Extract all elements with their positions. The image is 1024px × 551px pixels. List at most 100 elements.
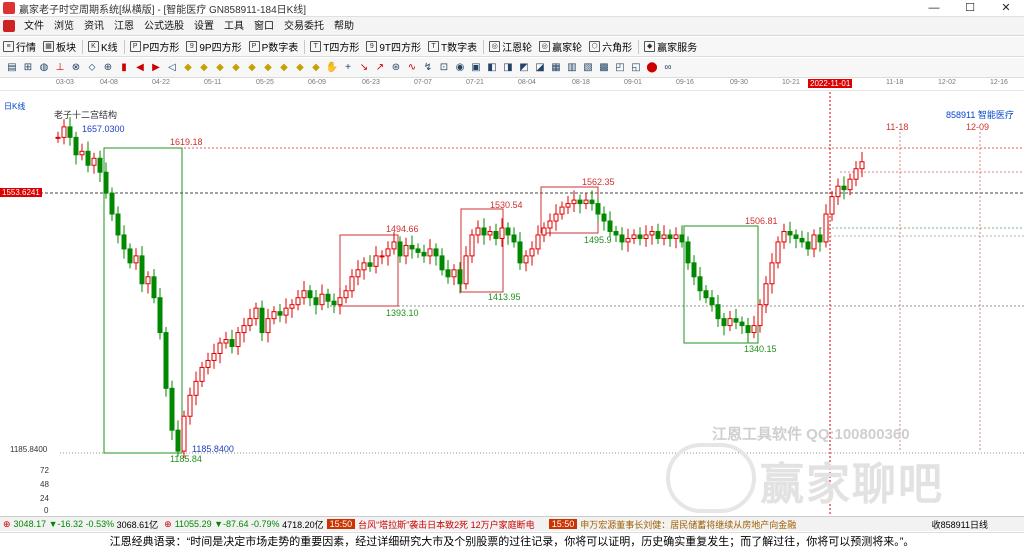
- candle-body: [217, 342, 223, 354]
- drawing-tool-icon-8[interactable]: ◀: [133, 61, 147, 75]
- drawing-tool-icon-34[interactable]: ▦: [549, 61, 563, 75]
- candle-body: [463, 255, 469, 285]
- news-item-2[interactable]: 申万宏源董事长刘健：居民储蓄将继续从房地产向金融: [580, 518, 796, 531]
- drawing-tool-icon-37[interactable]: ▩: [597, 61, 611, 75]
- drawing-tool-icon-27[interactable]: ⊡: [437, 61, 451, 75]
- drawing-tool-icon-18[interactable]: ◆: [293, 61, 307, 75]
- quote-bar: 江恩经典语录：“时间是决定市场走势的重要因素，经过详细研究大市及个别股票的过往记…: [0, 532, 1024, 551]
- toolbar-button-5[interactable]: P P数字表: [246, 38, 303, 56]
- drawing-tool-icon-21[interactable]: +: [341, 61, 355, 75]
- candle-body: [67, 126, 73, 138]
- menu-item-4[interactable]: 公式选股: [139, 17, 189, 36]
- menu-item-7[interactable]: 窗口: [249, 17, 279, 36]
- news-time-2: 15:50: [548, 519, 578, 529]
- candle-body: [595, 203, 601, 215]
- menu-item-8[interactable]: 交易委托: [279, 17, 329, 36]
- candle-body: [505, 227, 511, 236]
- menu-item-2[interactable]: 资讯: [79, 17, 109, 36]
- candle-body: [307, 290, 313, 299]
- drawing-tool-icon-20[interactable]: ✋: [325, 61, 339, 75]
- toolbar-button-9[interactable]: ◎ 江恩轮: [486, 38, 536, 56]
- candle-body: [625, 237, 631, 243]
- toolbar-icon-1: ▦: [43, 41, 54, 52]
- main-toolbar: ≡ 行情 ▦ 板块 K K线 P P四方形 9 9P四方形 P P数字表 T T四方形 9 9T四方形 T T数字…: [0, 37, 1024, 57]
- drawing-tool-icon-40[interactable]: ⬤: [645, 61, 659, 75]
- toolbar-button-11[interactable]: ⬡ 六角形: [586, 38, 636, 56]
- drawing-tool-icon-32[interactable]: ◩: [517, 61, 531, 75]
- candle-body: [247, 318, 253, 327]
- candle-body: [265, 318, 271, 334]
- menu-item-1[interactable]: 浏览: [49, 17, 79, 36]
- candle-body: [661, 234, 667, 239]
- toolbar-button-2[interactable]: K K线: [85, 38, 122, 56]
- candle-body: [739, 321, 745, 327]
- toolbar-button-0[interactable]: ≡ 行情: [0, 38, 40, 56]
- drawing-tool-icon-3[interactable]: ⊥: [53, 61, 67, 75]
- drawing-tool-icon-28[interactable]: ◉: [453, 61, 467, 75]
- candle-body: [169, 387, 175, 431]
- toolbar-button-12[interactable]: ◆ 赢家服务: [641, 38, 701, 56]
- drawing-tool-icon-6[interactable]: ⊕: [101, 61, 115, 75]
- drawing-tool-icon-14[interactable]: ◆: [229, 61, 243, 75]
- toolbar-button-6[interactable]: T T四方形: [307, 38, 363, 56]
- drawing-tool-icon-19[interactable]: ◆: [309, 61, 323, 75]
- candle-body: [823, 213, 829, 243]
- toolbar-button-10[interactable]: ◎ 赢家轮: [536, 38, 586, 56]
- drawing-tool-icon-16[interactable]: ◆: [261, 61, 275, 75]
- toolbar-button-7[interactable]: 9 9T四方形: [363, 38, 425, 56]
- menu-item-5[interactable]: 设置: [189, 17, 219, 36]
- drawing-tool-icon-25[interactable]: ∿: [405, 61, 419, 75]
- drawing-tool-icon-41[interactable]: ∞: [661, 61, 675, 75]
- candle-body: [541, 227, 547, 236]
- candle-body: [409, 244, 415, 250]
- sz-index[interactable]: 11055.29: [175, 519, 212, 529]
- drawing-tool-icon-13[interactable]: ◆: [213, 61, 227, 75]
- date-tick: 06-09: [308, 79, 326, 86]
- date-tick: 09-30: [730, 79, 748, 86]
- drawing-tool-icon-31[interactable]: ◨: [501, 61, 515, 75]
- close-button[interactable]: ✕: [988, 0, 1024, 17]
- drawing-tool-icon-1[interactable]: ⊞: [21, 61, 35, 75]
- drawing-tool-icon-36[interactable]: ▧: [581, 61, 595, 75]
- toolbar-button-1[interactable]: ▦ 板块: [40, 38, 80, 56]
- drawing-tool-icon-12[interactable]: ◆: [197, 61, 211, 75]
- drawing-tool-icon-5[interactable]: ⬦: [85, 61, 99, 75]
- date-tick: 06-23: [362, 79, 380, 86]
- drawing-tool-icon-23[interactable]: ↗: [373, 61, 387, 75]
- drawing-tool-icon-4[interactable]: ⊗: [69, 61, 83, 75]
- toolbar-button-4[interactable]: 9 9P四方形: [183, 38, 245, 56]
- menu-item-9[interactable]: 帮助: [329, 17, 359, 36]
- watermark-text: 江恩工具软件 QQ:100800360: [712, 426, 910, 443]
- menu-item-3[interactable]: 江恩: [109, 17, 139, 36]
- candle-body: [109, 192, 115, 215]
- drawing-tool-icon-24[interactable]: ⊛: [389, 61, 403, 75]
- drawing-tool-icon-26[interactable]: ↯: [421, 61, 435, 75]
- drawing-tool-icon-35[interactable]: ▥: [565, 61, 579, 75]
- y-tick-0: 0: [44, 506, 49, 515]
- candle-body: [631, 234, 637, 239]
- news-item-1[interactable]: 台风“塔拉斯”袭击日本致2死 12万户家庭断电: [358, 518, 535, 531]
- drawing-tool-icon-30[interactable]: ◧: [485, 61, 499, 75]
- drawing-tool-icon-10[interactable]: ◁: [165, 61, 179, 75]
- drawing-tool-icon-0[interactable]: ▤: [5, 61, 19, 75]
- drawing-tool-icon-22[interactable]: ↘: [357, 61, 371, 75]
- date-tick: 08-18: [572, 79, 590, 86]
- drawing-tool-icon-9[interactable]: ▶: [149, 61, 163, 75]
- drawing-tool-icon-33[interactable]: ◪: [533, 61, 547, 75]
- drawing-tool-icon-15[interactable]: ◆: [245, 61, 259, 75]
- menu-item-0[interactable]: 文件: [19, 17, 49, 36]
- drawing-tool-icon-39[interactable]: ◱: [629, 61, 643, 75]
- sh-index[interactable]: 3048.17: [14, 519, 47, 529]
- toolbar-button-8[interactable]: T T数字表: [425, 38, 481, 56]
- drawing-tool-icon-11[interactable]: ◆: [181, 61, 195, 75]
- toolbar-button-3[interactable]: P P四方形: [127, 38, 184, 56]
- drawing-tool-icon-2[interactable]: ◍: [37, 61, 51, 75]
- drawing-tool-icon-38[interactable]: ◰: [613, 61, 627, 75]
- drawing-tool-icon-29[interactable]: ▣: [469, 61, 483, 75]
- minimize-button[interactable]: —: [916, 0, 952, 17]
- menu-item-6[interactable]: 工具: [219, 17, 249, 36]
- maximize-button[interactable]: ☐: [952, 0, 988, 17]
- drawing-tool-icon-17[interactable]: ◆: [277, 61, 291, 75]
- sz-change: ▼-87.64: [214, 519, 249, 529]
- drawing-tool-icon-7[interactable]: ▮: [117, 61, 131, 75]
